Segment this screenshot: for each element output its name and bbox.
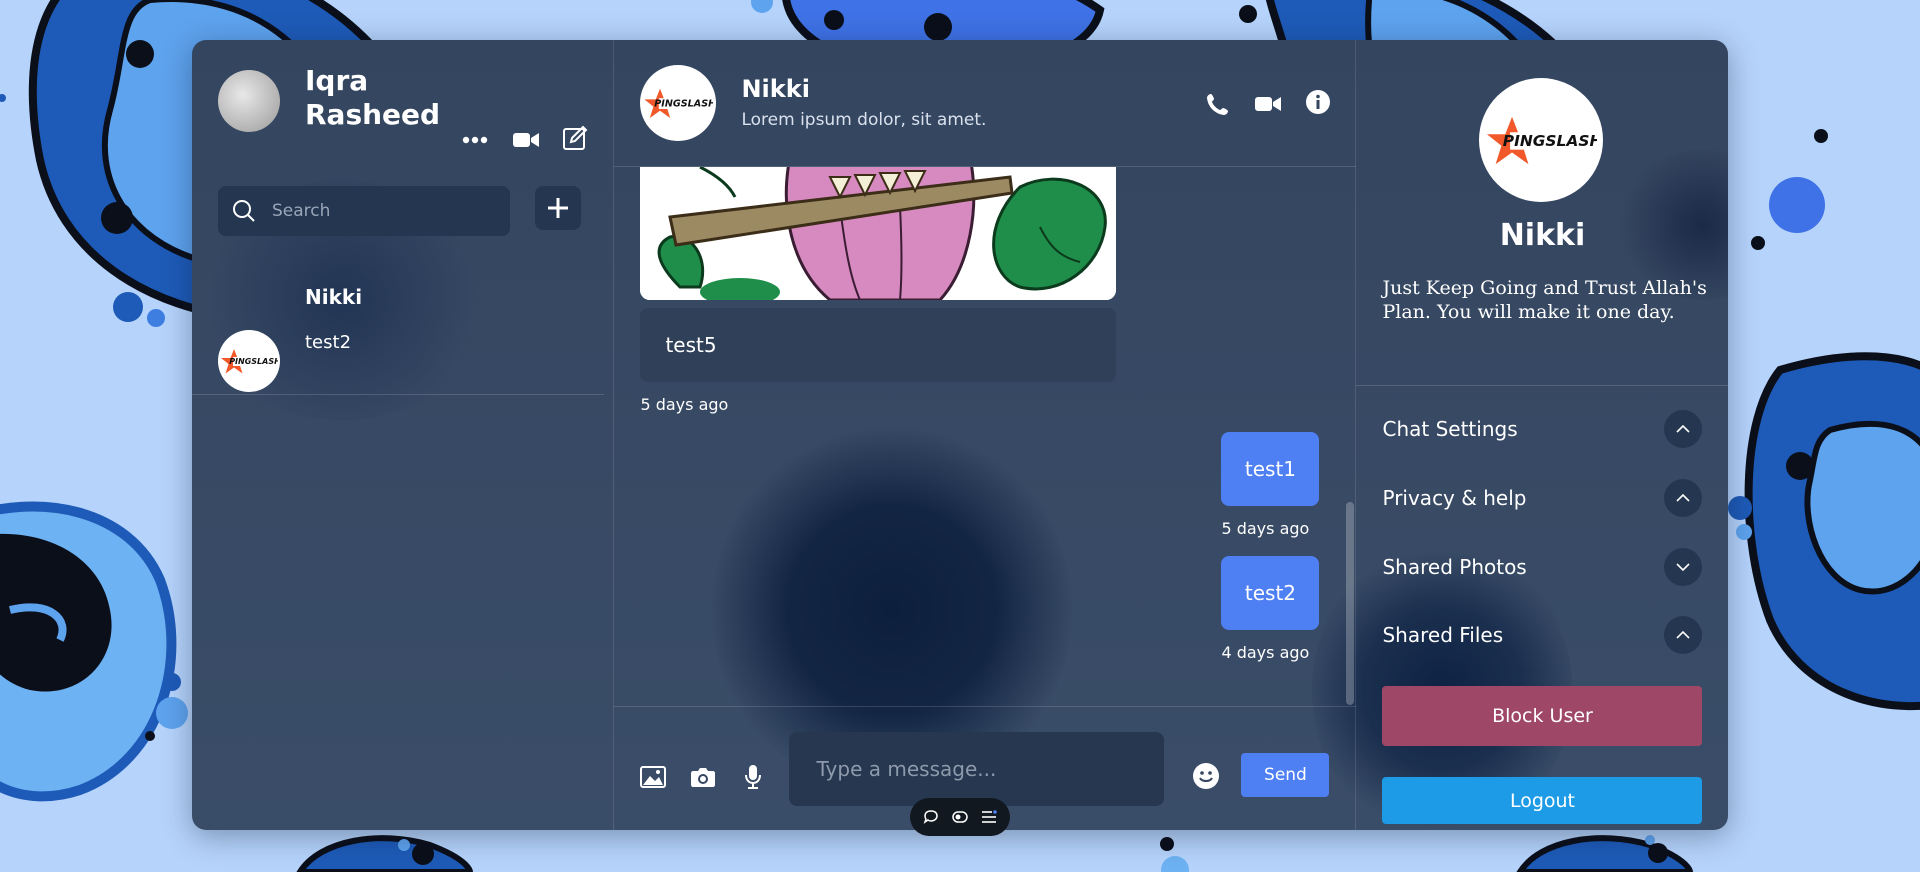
camera-icon[interactable] bbox=[690, 765, 716, 789]
comment-icon[interactable] bbox=[923, 809, 939, 825]
microphone-icon[interactable] bbox=[740, 765, 766, 789]
section-label: Privacy & help bbox=[1382, 486, 1527, 510]
message-timestamp: 5 days ago bbox=[640, 395, 729, 414]
incoming-message[interactable]: test5 bbox=[640, 308, 1117, 382]
profile-avatar: PINGSLASH bbox=[1479, 78, 1604, 202]
peer-status: Lorem ipsum dolor, sit amet. bbox=[741, 110, 987, 130]
section-shared-photos[interactable]: Shared Photos bbox=[1382, 547, 1703, 587]
search-input[interactable] bbox=[270, 200, 474, 222]
image-icon[interactable] bbox=[640, 765, 667, 789]
toggle-icon[interactable] bbox=[952, 811, 968, 823]
message-text: test5 bbox=[665, 333, 717, 357]
message-text: test2 bbox=[1244, 581, 1297, 605]
logo-text: PINGSLASH bbox=[655, 99, 714, 110]
logo-text: PINGSLASH bbox=[229, 357, 278, 366]
section-privacy-help[interactable]: Privacy & help bbox=[1382, 478, 1703, 518]
section-label: Shared Photos bbox=[1382, 555, 1527, 579]
message-input-box[interactable] bbox=[789, 732, 1165, 806]
chevron-down-icon[interactable] bbox=[1664, 548, 1703, 586]
block-user-button[interactable]: Block User bbox=[1382, 686, 1703, 746]
image-message[interactable] bbox=[640, 167, 1117, 300]
floating-toolbar bbox=[910, 798, 1010, 836]
peer-avatar[interactable]: PINGSLASH bbox=[640, 65, 717, 141]
chevron-up-icon[interactable] bbox=[1664, 410, 1703, 448]
video-call-icon[interactable] bbox=[512, 128, 540, 152]
plus-icon bbox=[548, 198, 568, 218]
video-call-icon[interactable] bbox=[1254, 92, 1282, 116]
compose-icon[interactable] bbox=[561, 125, 589, 150]
chevron-up-icon[interactable] bbox=[1664, 616, 1703, 654]
user-name: Iqra Rasheed bbox=[305, 64, 441, 131]
phone-icon[interactable] bbox=[1204, 92, 1232, 116]
outgoing-message[interactable]: test2 bbox=[1221, 556, 1320, 630]
search-icon bbox=[232, 199, 256, 223]
message-list[interactable]: test5 5 days ago test1 5 days ago test2 … bbox=[614, 167, 1356, 705]
more-options-icon[interactable] bbox=[461, 128, 489, 152]
chat-header: PINGSLASH Nikki Lorem ipsum dolor, sit a… bbox=[614, 40, 1357, 167]
add-chat-button[interactable] bbox=[535, 186, 581, 230]
profile-bio: Just Keep Going and Trust Allah's Plan. … bbox=[1382, 277, 1707, 323]
contact-item[interactable]: PINGSLASH bbox=[192, 280, 604, 395]
sidebar: Iqra Rasheed PINGSLASH bbox=[192, 40, 615, 830]
profile-panel: PINGSLASH Nikki Just Keep Going and Trus… bbox=[1356, 40, 1728, 830]
menu-icon[interactable] bbox=[981, 810, 997, 824]
section-shared-files[interactable]: Shared Files bbox=[1382, 615, 1703, 655]
message-text: test1 bbox=[1244, 457, 1297, 481]
logo-text: PINGSLASH bbox=[1503, 132, 1597, 150]
contact-avatar: PINGSLASH bbox=[218, 330, 280, 392]
info-icon[interactable] bbox=[1304, 90, 1332, 114]
contact-name: Nikki bbox=[305, 285, 363, 309]
chat-panel: PINGSLASH Nikki Lorem ipsum dolor, sit a… bbox=[614, 40, 1357, 830]
search-box[interactable] bbox=[218, 186, 510, 236]
outgoing-message[interactable]: test1 bbox=[1221, 432, 1320, 506]
user-avatar[interactable] bbox=[218, 70, 280, 132]
divider bbox=[1356, 385, 1728, 386]
message-timestamp: 4 days ago bbox=[1221, 643, 1310, 662]
contact-last-message: test2 bbox=[305, 332, 352, 353]
section-chat-settings[interactable]: Chat Settings bbox=[1382, 409, 1703, 449]
section-label: Shared Files bbox=[1382, 623, 1504, 647]
logout-button[interactable]: Logout bbox=[1382, 777, 1703, 824]
section-label: Chat Settings bbox=[1382, 417, 1518, 441]
messenger-window: Iqra Rasheed PINGSLASH bbox=[192, 40, 1728, 830]
message-timestamp: 5 days ago bbox=[1221, 519, 1310, 538]
message-input[interactable] bbox=[814, 756, 1149, 782]
chevron-up-icon[interactable] bbox=[1664, 479, 1703, 517]
peer-name: Nikki bbox=[741, 75, 810, 103]
profile-name: Nikki bbox=[1499, 218, 1586, 253]
message-scrollbar[interactable] bbox=[1346, 502, 1355, 705]
send-button[interactable]: Send bbox=[1241, 753, 1330, 797]
emoji-icon[interactable] bbox=[1191, 761, 1221, 791]
